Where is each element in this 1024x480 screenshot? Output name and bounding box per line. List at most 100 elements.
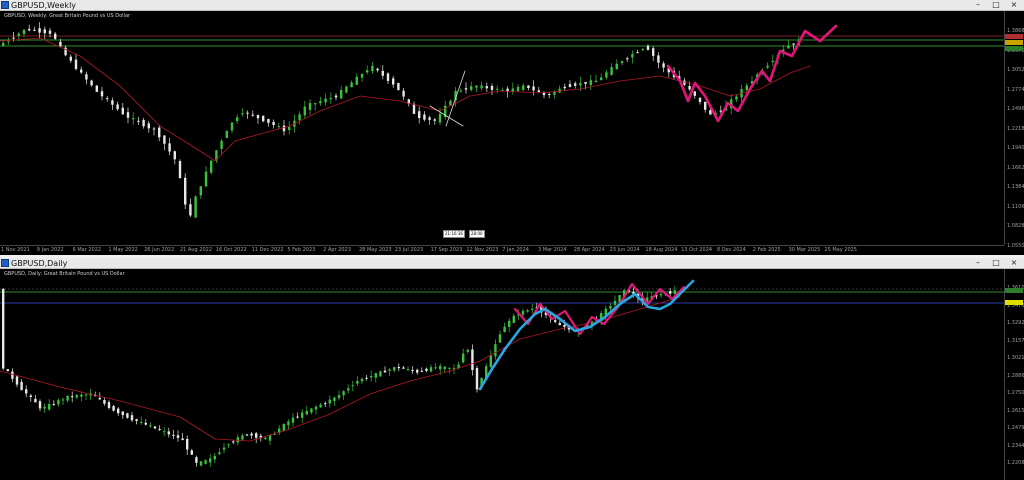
weekly-price-label: 1.2496 [1007, 106, 1024, 112]
candle-body [397, 82, 400, 91]
candle-body [402, 90, 405, 97]
candle-body [558, 322, 561, 326]
weekly-titlebar[interactable]: GBPUSD,Weekly – □ × [0, 0, 1024, 11]
candle-body [365, 377, 368, 379]
candle-body [176, 435, 180, 438]
candle-body [262, 115, 265, 122]
candle-body [301, 412, 304, 418]
candle-body [324, 98, 327, 103]
minimize-button[interactable]: – [970, 258, 986, 268]
candle-body [268, 434, 272, 441]
candle-body [111, 100, 114, 105]
candle-body [277, 126, 280, 128]
candle-body [521, 310, 525, 315]
candle-body [43, 29, 46, 34]
candle-body [324, 403, 327, 405]
candle-body [641, 49, 644, 51]
candle-body [631, 54, 634, 58]
candle-body [132, 118, 135, 120]
candle-body [443, 366, 446, 370]
candle-body [298, 114, 301, 121]
candle-body [397, 366, 400, 369]
weekly-date-label: 28 Apr 2024 [573, 247, 605, 253]
candle-body [688, 86, 691, 90]
weekly-price-label: 1.1940 [1007, 145, 1024, 151]
candle-body [402, 367, 405, 369]
candle-body [319, 101, 322, 104]
candle-body [6, 369, 9, 372]
candle-body [33, 29, 36, 31]
candle-body [126, 413, 129, 418]
daily-chart-window: GBPUSD,Daily – □ × GBPUSD, Daily: Great … [0, 258, 1024, 480]
candle-body [199, 186, 202, 196]
candle-body [475, 85, 478, 88]
candle-body [149, 425, 152, 427]
daily-price-label: 1.2479 [1007, 425, 1024, 431]
candle-body [22, 29, 26, 35]
weekly-bid-tag [1005, 40, 1023, 45]
candle-body [433, 119, 436, 121]
candle-body [43, 406, 46, 409]
candle-body [2, 288, 5, 369]
candle-body [195, 457, 198, 463]
candle-body [287, 421, 290, 426]
maximize-button[interactable]: □ [988, 258, 1004, 268]
candle-body [59, 41, 62, 46]
maximize-button[interactable]: □ [988, 0, 1004, 10]
candle-body [66, 395, 69, 401]
candle-body [163, 135, 166, 144]
close-button[interactable]: × [1006, 258, 1022, 268]
weekly-date-label: 11 Dec 2022 [251, 247, 284, 253]
candle-body [498, 334, 502, 343]
candle-body [420, 370, 423, 372]
candle-body [225, 131, 228, 139]
moving-average-line [0, 37, 201, 152]
weekly-window-title: GBPUSD,Weekly [11, 1, 77, 10]
candle-body [106, 98, 109, 100]
candle-body [130, 415, 134, 421]
weekly-plot-area[interactable]: GBPUSD, Weekly: Great Britain Pound vs U… [0, 11, 1004, 245]
weekly-date-label: 7 Jan 2024 [502, 247, 529, 253]
daily-plot-area[interactable]: GBPUSD, Daily: Great Britain Pound vs US… [0, 269, 1004, 480]
candle-body [103, 400, 106, 404]
candle-body [17, 33, 20, 37]
minimize-button[interactable]: – [970, 0, 986, 10]
candle-body [305, 410, 308, 415]
candle-body [371, 65, 374, 72]
weekly-date-label: 2 Feb 2025 [752, 247, 781, 253]
candle-body [218, 452, 221, 455]
daily-titlebar[interactable]: GBPUSD,Daily – □ × [0, 258, 1024, 269]
candle-body [319, 404, 322, 408]
daily-price-label: 1.2750 [1007, 390, 1024, 396]
crosshair-time-box: 21:16:36 [443, 230, 465, 238]
weekly-chart-window: GBPUSD,Weekly – □ × GBPUSD, Weekly: Grea… [0, 0, 1024, 255]
close-button[interactable]: × [1006, 0, 1022, 10]
candle-body [84, 394, 88, 396]
candle-body [370, 375, 373, 378]
candle-body [526, 310, 529, 312]
candle-body [425, 368, 428, 371]
candle-body [669, 291, 672, 294]
candle-body [652, 48, 655, 56]
candle-body [374, 373, 377, 378]
candle-body [163, 431, 166, 433]
weekly-ask-tag [1005, 34, 1023, 39]
candle-body [61, 399, 65, 401]
candle-body [116, 104, 119, 110]
candle-body [662, 63, 665, 68]
weekly-date-label: 17 Sep 2023 [430, 247, 463, 253]
candle-body [613, 300, 617, 305]
candle-body [80, 69, 83, 73]
weekly-price-label: 1.2218 [1007, 125, 1024, 132]
candle-body [494, 344, 497, 357]
candle-body [480, 85, 483, 89]
candle-body [144, 422, 147, 425]
candle-body [563, 86, 566, 89]
daily-price-label: 1.3292 [1007, 320, 1024, 326]
candle-body [38, 401, 42, 409]
daily-price-label: 1.3157 [1007, 337, 1024, 344]
candle-body [194, 196, 197, 218]
weekly-time-axis[interactable]: 1 Nov 2021 9 Jan 2022 6 Mar 2022 1 May 2022… [0, 245, 1004, 255]
candle-body [107, 402, 111, 409]
candle-body [310, 408, 313, 413]
